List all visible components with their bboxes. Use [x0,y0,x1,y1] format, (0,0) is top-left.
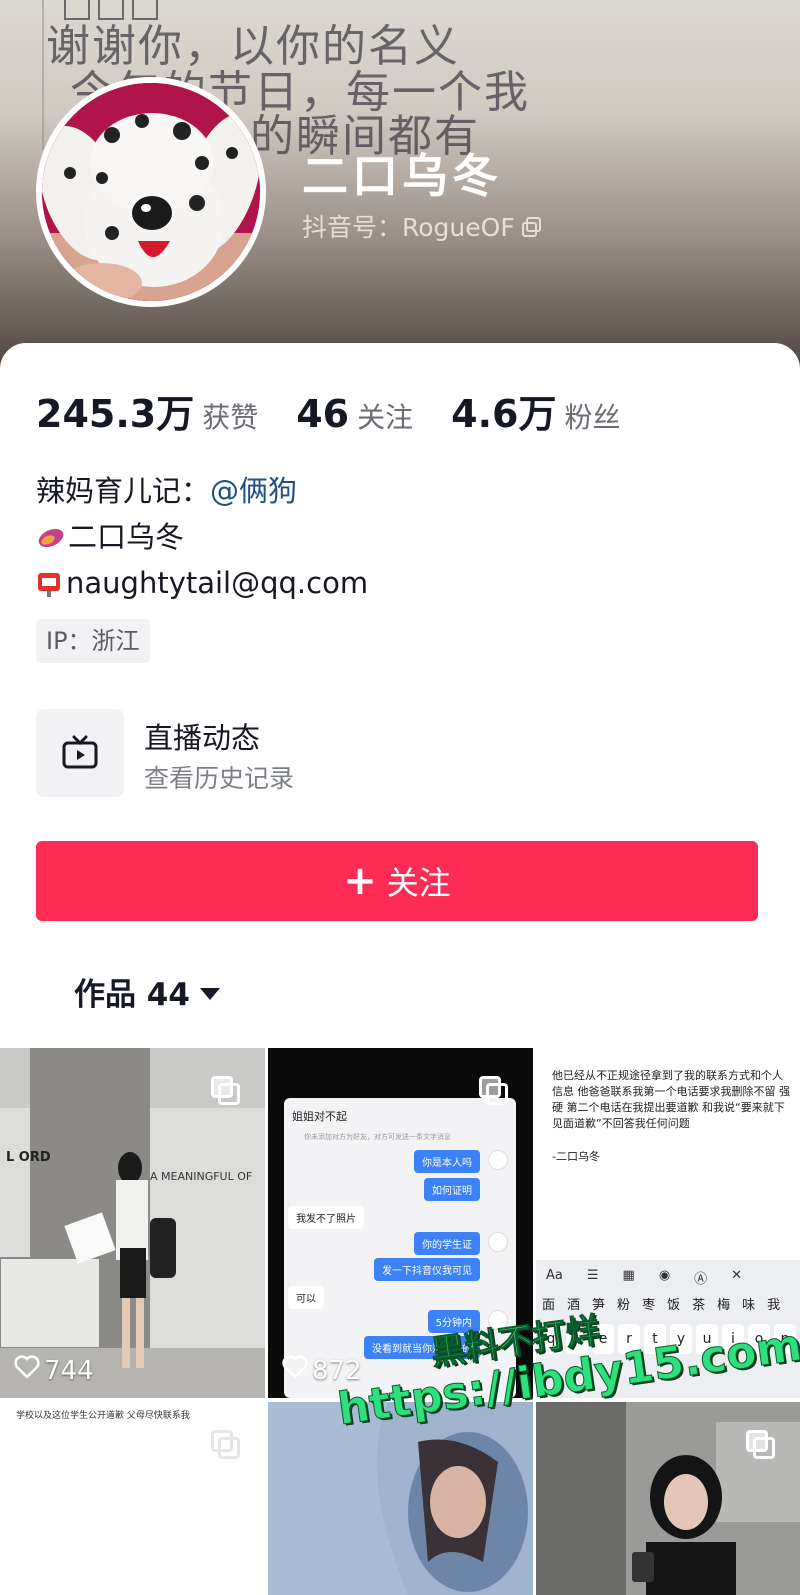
kb-candidate: 饭 [667,1298,681,1313]
like-count: 872 [282,1355,362,1386]
stat-value: 245.3万 [36,392,195,436]
kb-candidate: 梅 [717,1298,731,1313]
live-history-entry[interactable]: 直播动态 查看历史记录 [36,709,536,797]
follow-button-label: 关注 [386,864,451,902]
plus-icon: + [343,858,377,904]
bio-text: 辣妈育儿记： [36,474,211,508]
video-thumbnail[interactable] [536,1402,800,1595]
bio-email: naughtytail@qq.com [66,566,369,600]
chat-bubble: 如何证明 [424,1178,480,1201]
live-subtitle: 查看历史记录 [144,764,295,793]
kb-tool: ▦ [622,1268,635,1283]
multi-image-icon [211,1076,241,1106]
douyin-id-text: 抖音号：RogueOF [302,213,515,242]
chat-header: 姐姐对不起 [292,1110,347,1123]
kb-tool: ☰ [586,1268,599,1283]
avatar-dalmatian-plush-image [42,83,260,301]
stat-value: 46 [296,392,350,436]
multi-image-icon [211,1430,241,1460]
profile-header-background: 谢谢你，以你的名义 今年的节日，每一个我 的瞬间都有 你 [0,0,800,380]
video-thumbnail[interactable]: 学校以及这位学生公开道歉 父母尽快联系我 [0,1402,265,1595]
chat-bubble: 发一下抖音仪我可见 [374,1258,480,1281]
stats-row: 245.3万 获赞 46 关注 4.6万 粉丝 [36,383,658,438]
like-count-value: 744 [44,1355,94,1386]
like-count: 744 [14,1355,94,1386]
keyboard-toolbar: Aa ☰ ▦ ◉ Ⓐ ✕ [546,1268,742,1287]
stat-label: 粉丝 [564,401,621,434]
bio-line-1: 辣妈育儿记：@俩狗 [36,468,368,514]
kb-candidate: 茶 [692,1298,706,1313]
chat-bubble: 你的学生证 [414,1232,480,1255]
nickname: 二口乌冬 [302,149,502,203]
paper-margin-line [42,0,44,150]
kb-candidate: 我 [767,1298,781,1313]
live-title: 直播动态 [144,721,261,755]
stat-label: 获赞 [202,401,259,434]
stat-value: 4.6万 [451,392,557,436]
wall-text: A MEANINGFUL OF [150,1170,253,1183]
kb-candidate: 枣 [642,1298,656,1313]
chat-avatar [488,1150,508,1170]
chat-bubble: 你是本人吗 [414,1150,480,1173]
note-text: 学校以及这位学生公开道歉 父母尽快联系我 [16,1411,190,1421]
copy-icon[interactable] [521,215,543,237]
video-thumbnail[interactable] [268,1402,533,1595]
bio: 辣妈育儿记：@俩狗 二口乌冬 naughtytail@qq.com [36,468,368,606]
bio-text: 二口乌冬 [68,520,185,554]
stat-following[interactable]: 46 关注 [296,392,413,436]
wall-text: L ORD [6,1150,51,1165]
sweet-potato-icon [36,516,66,548]
video-grid: L ORD A MEANINGFUL OF 744 姐姐对不起 你未添加对方为好… [0,1048,800,1595]
heart-icon [14,1355,40,1386]
chat-bubble: 可以 [288,1286,324,1309]
video-thumbnail[interactable]: L ORD A MEANINGFUL OF 744 [0,1048,265,1398]
follow-button[interactable]: + 关注 [36,841,758,921]
kb-candidate: 粉 [617,1298,631,1313]
heart-icon [282,1355,308,1386]
kb-candidate: 味 [742,1298,756,1313]
multi-image-icon [479,1076,509,1106]
multi-image-icon [746,1430,776,1460]
caret-down-icon [199,987,220,1000]
chat-avatar [488,1232,508,1252]
tv-icon [36,709,124,797]
kb-tool: ✕ [731,1268,743,1283]
stat-label: 关注 [357,401,414,434]
profile-page: 谢谢你，以你的名义 今年的节日，每一个我 的瞬间都有 你 [0,0,800,1595]
ip-location-tag: IP：浙江 [36,619,150,663]
mention-link[interactable]: @俩狗 [210,474,297,508]
note-text: 他已经从不正规途径拿到了我的联系方式和个人信息 他爸爸联系我第一个电话要求我删除… [552,1069,790,1130]
douyin-id[interactable]: 抖音号：RogueOF [302,208,543,244]
chat-system-note: 你未添加对方为好友，对方可发送一条文字消息 [304,1133,451,1141]
bio-line-2: 二口乌冬 [36,514,368,560]
kb-tool: ◉ [658,1268,671,1283]
chat-bubble: 我发不了照片 [288,1206,364,1229]
blue-shirt-photo [268,1402,533,1595]
stat-followers[interactable]: 4.6万 粉丝 [451,383,620,438]
kb-tool: Ⓐ [694,1272,708,1287]
avatar[interactable] [36,77,266,307]
stat-likes[interactable]: 245.3万 获赞 [36,383,258,438]
kb-tool: Aa [546,1268,563,1283]
bio-line-3: naughtytail@qq.com [36,560,368,606]
tab-works-label: 作品 44 [74,977,190,1013]
note-signature: -二口乌冬 [552,1150,600,1163]
tab-works[interactable]: 作品 44 [74,969,220,1014]
mailbox-icon [36,564,62,597]
